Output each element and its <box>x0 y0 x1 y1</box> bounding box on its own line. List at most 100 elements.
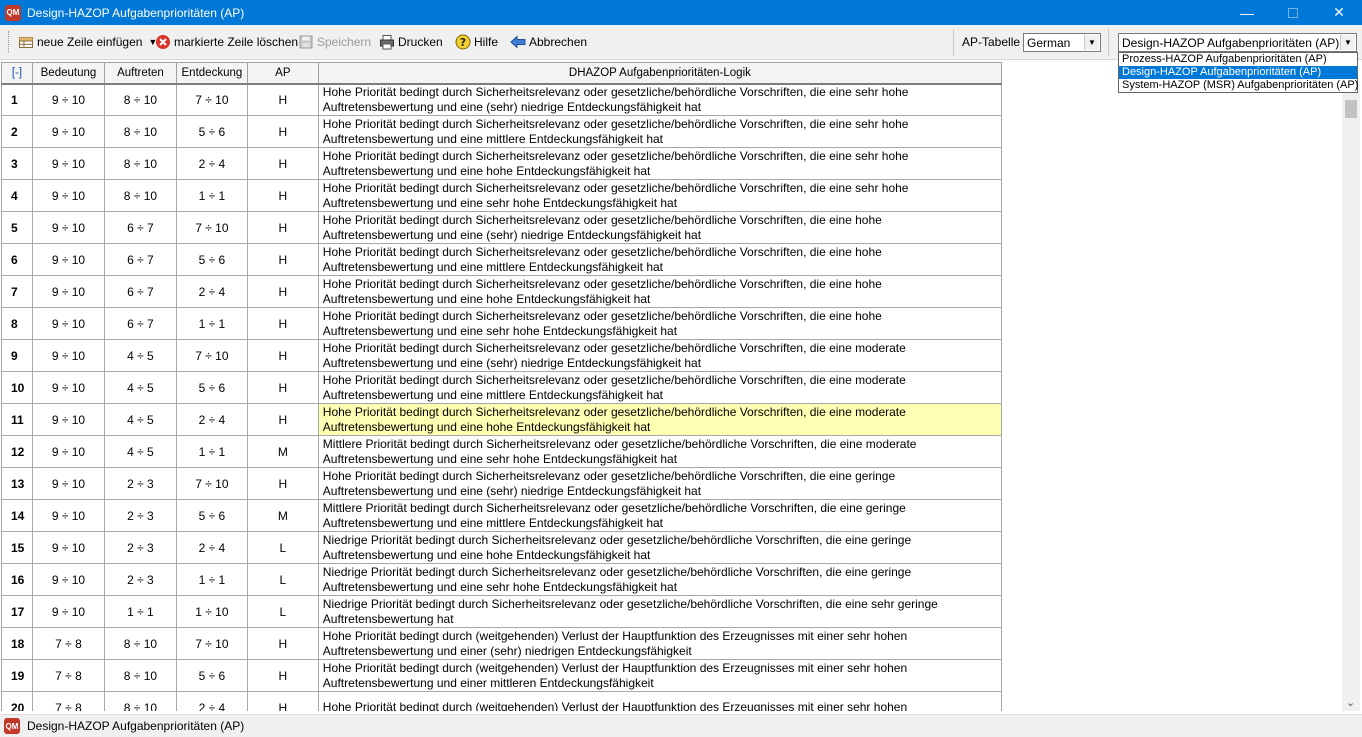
cell-bedeutung[interactable]: 9 ÷ 10 <box>31 211 105 244</box>
row-number[interactable]: 14 <box>1 499 33 532</box>
cell-bedeutung[interactable]: 9 ÷ 10 <box>31 83 105 116</box>
cell-auftreten[interactable]: 8 ÷ 10 <box>103 691 177 711</box>
cell-logic[interactable]: Niedrige Priorität bedingt durch Sicherh… <box>317 531 1002 564</box>
row-number[interactable]: 2 <box>1 115 33 148</box>
cell-entdeckung[interactable]: 5 ÷ 6 <box>175 243 248 276</box>
cell-entdeckung[interactable]: 5 ÷ 6 <box>175 371 248 404</box>
cell-logic[interactable]: Hohe Priorität bedingt durch Sicherheits… <box>317 115 1002 148</box>
row-number[interactable]: 5 <box>1 211 33 244</box>
cell-bedeutung[interactable]: 9 ÷ 10 <box>31 563 105 596</box>
table-row[interactable]: 39 ÷ 10 8 ÷ 10 2 ÷ 4 H Hohe Priorität beding… <box>1 147 1002 180</box>
cell-auftreten[interactable]: 8 ÷ 10 <box>103 147 177 180</box>
cell-bedeutung[interactable]: 9 ÷ 10 <box>31 403 105 436</box>
table-row[interactable]: 13 9 ÷ 10 2 ÷ 37 ÷ 10 H Hohe Priorität bedin… <box>1 467 1002 500</box>
cell-entdeckung[interactable]: 1 ÷ 1 <box>175 435 248 468</box>
column-header-entdeckung[interactable]: Entdeckung <box>175 62 248 85</box>
cell-bedeutung[interactable]: 9 ÷ 10 <box>31 147 105 180</box>
cell-ap[interactable]: H <box>246 115 319 148</box>
table-row[interactable]: 17 9 ÷ 10 1 ÷ 11 ÷ 10 L Niedrige Priorität b… <box>1 595 1002 628</box>
cell-bedeutung[interactable]: 9 ÷ 10 <box>31 531 105 564</box>
cell-entdeckung[interactable]: 7 ÷ 10 <box>175 627 248 660</box>
cell-auftreten[interactable]: 4 ÷ 5 <box>103 339 177 372</box>
cell-bedeutung[interactable]: 9 ÷ 10 <box>31 115 105 148</box>
cell-auftreten[interactable]: 6 ÷ 7 <box>103 243 177 276</box>
cell-entdeckung[interactable]: 2 ÷ 4 <box>175 531 248 564</box>
cell-ap[interactable]: H <box>246 211 319 244</box>
cell-logic[interactable]: Niedrige Priorität bedingt durch Sicherh… <box>317 595 1002 628</box>
row-number[interactable]: 20 <box>1 691 33 711</box>
cell-logic[interactable]: Hohe Priorität bedingt durch (weitgehend… <box>317 691 1002 711</box>
cell-bedeutung[interactable]: 9 ÷ 10 <box>31 275 105 308</box>
row-number[interactable]: 15 <box>1 531 33 564</box>
cell-ap[interactable]: H <box>246 659 319 692</box>
cell-logic[interactable]: Hohe Priorität bedingt durch Sicherheits… <box>317 467 1002 500</box>
cancel-button[interactable]: Abbrechen <box>510 33 587 51</box>
cell-logic[interactable]: Hohe Priorität bedingt durch Sicherheits… <box>317 339 1002 372</box>
collapse-toggle[interactable]: [-] <box>1 62 33 85</box>
cell-auftreten[interactable]: 4 ÷ 5 <box>103 371 177 404</box>
dropdown-option-prozess[interactable]: Prozess-HAZOP Aufgabenprioritäten (AP) <box>1119 53 1357 66</box>
table-row[interactable]: 14 9 ÷ 10 2 ÷ 35 ÷ 6 M Mittlere Priorität be… <box>1 499 1002 532</box>
cell-auftreten[interactable]: 8 ÷ 10 <box>103 115 177 148</box>
row-number[interactable]: 6 <box>1 243 33 276</box>
row-number[interactable]: 9 <box>1 339 33 372</box>
print-button[interactable]: Drucken <box>379 33 443 51</box>
dropdown-option-system[interactable]: System-HAZOP (MSR) Aufgabenprioritäten (… <box>1119 79 1358 92</box>
cell-logic[interactable]: Hohe Priorität bedingt durch Sicherheits… <box>317 371 1002 404</box>
chevron-down-icon[interactable]: ▼ <box>1340 35 1355 50</box>
cell-entdeckung[interactable]: 1 ÷ 10 <box>175 595 248 628</box>
cell-ap[interactable]: L <box>246 595 319 628</box>
table-row[interactable]: 79 ÷ 10 6 ÷ 72 ÷ 4 H Hohe Priorität bedingt… <box>1 275 1002 308</box>
cell-entdeckung[interactable]: 7 ÷ 10 <box>175 339 248 372</box>
cell-logic[interactable]: Hohe Priorität bedingt durch Sicherheits… <box>317 403 1002 436</box>
row-number[interactable]: 11 <box>1 403 33 436</box>
cell-ap[interactable]: H <box>246 179 319 212</box>
table-row[interactable]: 29 ÷ 10 8 ÷ 10 5 ÷ 6 H Hohe Priorität beding… <box>1 115 1002 148</box>
cell-entdeckung[interactable]: 1 ÷ 1 <box>175 563 248 596</box>
table-row[interactable]: 15 9 ÷ 10 2 ÷ 32 ÷ 4 L Niedrige Priorität be… <box>1 531 1002 564</box>
table-row[interactable]: 20 7 ÷ 88 ÷ 10 2 ÷ 4 H Hohe Priorität beding… <box>1 691 1002 711</box>
table-row[interactable]: 59 ÷ 10 6 ÷ 77 ÷ 10 H Hohe Priorität beding… <box>1 211 1002 244</box>
scrollbar-thumb[interactable] <box>1345 100 1357 118</box>
cell-bedeutung[interactable]: 9 ÷ 10 <box>31 467 105 500</box>
cell-auftreten[interactable]: 6 ÷ 7 <box>103 275 177 308</box>
cell-ap[interactable]: H <box>246 307 319 340</box>
column-header-logic[interactable]: DHAZOP Aufgabenprioritäten-Logik <box>317 62 1002 85</box>
cell-entdeckung[interactable]: 7 ÷ 10 <box>175 83 248 116</box>
row-number[interactable]: 7 <box>1 275 33 308</box>
delete-row-button[interactable]: markierte Zeile löschen <box>155 33 298 51</box>
insert-row-button[interactable]: neue Zeile einfügen ▼ <box>18 33 157 51</box>
cell-logic[interactable]: Hohe Priorität bedingt durch (weitgehend… <box>317 659 1002 692</box>
table-row[interactable]: 11 9 ÷ 10 4 ÷ 52 ÷ 4 H Hohe Priorität beding… <box>1 403 1002 436</box>
cell-logic[interactable]: Hohe Priorität bedingt durch Sicherheits… <box>317 83 1002 116</box>
cell-auftreten[interactable]: 6 ÷ 7 <box>103 211 177 244</box>
language-select[interactable]: German ▼ <box>1023 33 1101 52</box>
cell-entdeckung[interactable]: 2 ÷ 4 <box>175 147 248 180</box>
table-row[interactable]: 18 7 ÷ 88 ÷ 10 7 ÷ 10 H Hohe Priorität bedin… <box>1 627 1002 660</box>
scroll-down-icon[interactable]: ⌄ <box>1346 696 1355 709</box>
cell-logic[interactable]: Hohe Priorität bedingt durch Sicherheits… <box>317 211 1002 244</box>
column-header-bedeutung[interactable]: Bedeutung <box>31 62 105 85</box>
cell-ap[interactable]: L <box>246 563 319 596</box>
cell-bedeutung[interactable]: 9 ÷ 10 <box>31 371 105 404</box>
cell-entdeckung[interactable]: 2 ÷ 4 <box>175 691 248 711</box>
cell-logic[interactable]: Hohe Priorität bedingt durch Sicherheits… <box>317 275 1002 308</box>
cell-ap[interactable]: H <box>246 691 319 711</box>
close-button[interactable]: ✕ <box>1316 0 1362 25</box>
row-number[interactable]: 8 <box>1 307 33 340</box>
cell-bedeutung[interactable]: 7 ÷ 8 <box>31 659 105 692</box>
chevron-down-icon[interactable]: ▼ <box>1084 35 1099 50</box>
cell-entdeckung[interactable]: 7 ÷ 10 <box>175 467 248 500</box>
cell-logic[interactable]: Hohe Priorität bedingt durch Sicherheits… <box>317 243 1002 276</box>
cell-entdeckung[interactable]: 1 ÷ 1 <box>175 179 248 212</box>
cell-auftreten[interactable]: 8 ÷ 10 <box>103 83 177 116</box>
vertical-scrollbar[interactable]: ⌄ <box>1342 84 1360 711</box>
cell-entdeckung[interactable]: 1 ÷ 1 <box>175 307 248 340</box>
column-header-ap[interactable]: AP <box>246 62 319 85</box>
row-number[interactable]: 10 <box>1 371 33 404</box>
cell-logic[interactable]: Hohe Priorität bedingt durch (weitgehend… <box>317 627 1002 660</box>
row-number[interactable]: 19 <box>1 659 33 692</box>
cell-auftreten[interactable]: 8 ÷ 10 <box>103 659 177 692</box>
dropdown-option-design[interactable]: Design-HAZOP Aufgabenprioritäten (AP) <box>1119 66 1357 79</box>
cell-ap[interactable]: H <box>246 339 319 372</box>
